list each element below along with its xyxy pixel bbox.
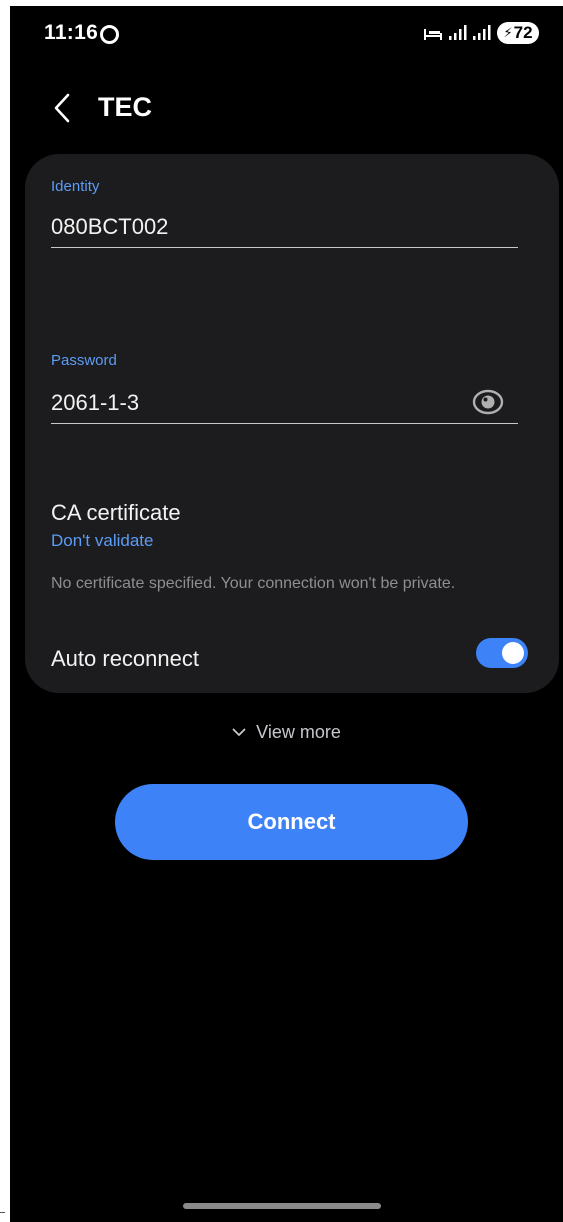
identity-label: Identity	[51, 178, 100, 195]
battery-level: 72	[513, 23, 533, 42]
password-label: Password	[51, 352, 117, 369]
edge-mark	[0, 1212, 5, 1213]
view-more-row: View more	[10, 722, 563, 743]
status-icons: ⚡ 72	[423, 22, 539, 44]
connect-button[interactable]: Connect	[115, 784, 468, 860]
battery-icon: ⚡ 72	[497, 22, 539, 44]
auto-reconnect-label: Auto reconnect	[51, 646, 199, 671]
wifi-calling-icon	[423, 25, 443, 41]
ca-certificate-label: CA certificate	[51, 500, 181, 525]
charging-bolt-icon: ⚡	[503, 25, 513, 40]
eye-icon	[472, 389, 504, 415]
show-password-toggle[interactable]	[471, 385, 505, 419]
page-title: TEC	[98, 92, 152, 122]
password-input[interactable]	[51, 382, 518, 424]
circle-status-icon	[100, 25, 119, 44]
chevron-left-icon	[54, 93, 70, 123]
ca-certificate-value[interactable]: Don't validate	[51, 531, 153, 551]
identity-input[interactable]	[51, 206, 518, 248]
toggle-knob	[502, 642, 524, 664]
view-more-button[interactable]: View more	[232, 722, 341, 743]
back-button[interactable]	[46, 88, 78, 128]
chevron-down-icon	[232, 728, 246, 736]
home-indicator[interactable]	[183, 1203, 381, 1209]
view-more-label: View more	[256, 722, 341, 742]
network-settings-card: Identity Password CA certificate Don't v…	[25, 154, 559, 693]
signal-icon	[449, 25, 467, 41]
status-bar: 11:16 ⚡ 72	[10, 6, 563, 64]
ca-certificate-note: No certificate specified. Your connectio…	[51, 575, 456, 592]
status-time: 11:16	[44, 21, 99, 44]
phone-screen: 11:16 ⚡ 72 TEC Identity 080BCT002 Passwo…	[10, 6, 563, 1222]
signal-icon	[473, 25, 491, 41]
auto-reconnect-toggle[interactable]	[476, 638, 528, 668]
